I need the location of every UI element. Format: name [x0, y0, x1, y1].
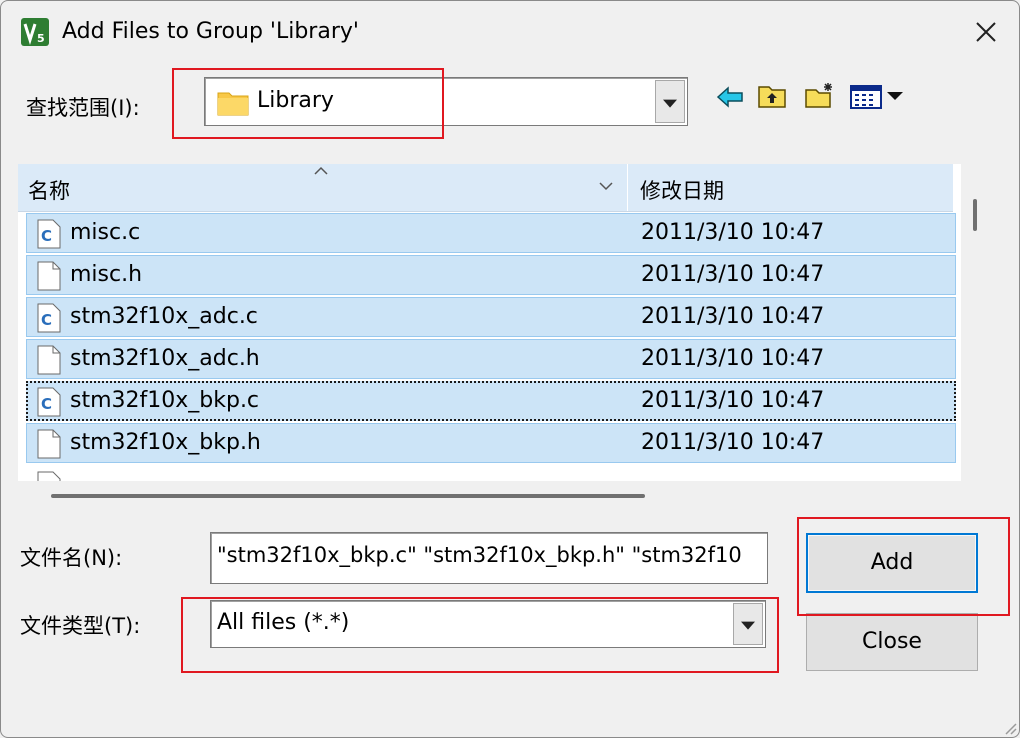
- list-item[interactable]: stm32f10x_adc.h 2011/3/10 10:47: [26, 339, 956, 379]
- file-date: 2011/3/10 10:47: [641, 346, 825, 371]
- view-menu-icon[interactable]: [849, 83, 907, 111]
- chevron-down-icon[interactable]: [733, 603, 763, 645]
- c-file-icon: C: [37, 303, 61, 333]
- close-button[interactable]: Close: [806, 613, 978, 671]
- list-item-partial[interactable]: [26, 465, 956, 481]
- svg-text:C: C: [41, 311, 52, 329]
- window-title: Add Files to Group 'Library': [62, 19, 359, 44]
- list-item[interactable]: misc.h 2011/3/10 10:47: [26, 255, 956, 295]
- file-date: 2011/3/10 10:47: [641, 262, 825, 287]
- svg-text:C: C: [41, 227, 52, 245]
- file-name: misc.h: [70, 262, 143, 287]
- horizontal-scrollbar-thumb[interactable]: [51, 494, 645, 498]
- column-divider[interactable]: [627, 164, 628, 211]
- look-in-value: Library: [257, 88, 334, 113]
- list-item[interactable]: stm32f10x_bkp.h 2011/3/10 10:47: [26, 423, 956, 463]
- c-file-icon: C: [37, 387, 61, 417]
- column-header: 名称 修改日期: [18, 164, 953, 212]
- file-name-input[interactable]: "stm32f10x_bkp.c" "stm32f10x_bkp.h" "stm…: [210, 532, 768, 584]
- file-name: misc.c: [70, 220, 141, 245]
- resize-grip-icon[interactable]: [1003, 721, 1017, 735]
- chevron-down-icon[interactable]: [598, 180, 614, 192]
- list-item[interactable]: C stm32f10x_adc.c 2011/3/10 10:47: [26, 297, 956, 337]
- c-file-icon: C: [37, 219, 61, 249]
- add-button[interactable]: Add: [806, 533, 978, 593]
- file-date: 2011/3/10 10:47: [641, 304, 825, 329]
- file-type-label: 文件类型(T):: [20, 614, 141, 638]
- file-date: 2011/3/10 10:47: [641, 220, 825, 245]
- svg-text:5: 5: [37, 32, 45, 45]
- svg-text:C: C: [41, 395, 52, 413]
- up-one-level-icon[interactable]: [757, 81, 787, 109]
- list-item[interactable]: C misc.c 2011/3/10 10:47: [26, 213, 956, 253]
- file-name-label: 文件名(N):: [20, 546, 123, 570]
- file-name: stm32f10x_bkp.c: [70, 388, 260, 413]
- look-in-combo[interactable]: Library: [204, 77, 688, 126]
- new-folder-icon[interactable]: [804, 81, 834, 109]
- file-type-select[interactable]: All files (*.*): [210, 600, 766, 648]
- column-name-header[interactable]: 名称: [28, 175, 70, 205]
- chevron-down-icon[interactable]: [655, 80, 685, 123]
- h-file-icon: [37, 345, 61, 375]
- h-file-icon: [37, 261, 61, 291]
- file-list[interactable]: 名称 修改日期 C misc.c 2011/3/10 10:47 misc.h …: [18, 164, 961, 481]
- file-icon: [37, 471, 61, 481]
- file-name: stm32f10x_bkp.h: [70, 430, 261, 455]
- sort-ascending-icon: [314, 166, 328, 175]
- folder-icon: [217, 92, 249, 116]
- list-item-focused[interactable]: C stm32f10x_bkp.c 2011/3/10 10:47: [26, 381, 956, 421]
- title-bar: 5 Add Files to Group 'Library': [1, 1, 1019, 63]
- file-date: 2011/3/10 10:47: [641, 388, 825, 413]
- file-name: stm32f10x_adc.h: [70, 346, 260, 371]
- add-files-dialog: 5 Add Files to Group 'Library' 查找范围(I): …: [0, 0, 1020, 738]
- keil-uvision-icon: 5: [21, 18, 49, 46]
- file-name: stm32f10x_adc.c: [70, 304, 258, 329]
- h-file-icon: [37, 429, 61, 459]
- file-date: 2011/3/10 10:47: [641, 430, 825, 455]
- column-date-header[interactable]: 修改日期: [640, 175, 724, 205]
- back-arrow-icon[interactable]: [715, 83, 745, 111]
- close-icon[interactable]: [967, 13, 1005, 51]
- file-type-value: All files (*.*): [217, 610, 350, 635]
- look-in-label: 查找范围(I):: [26, 96, 140, 120]
- file-name-input-value: "stm32f10x_bkp.c" "stm32f10x_bkp.h" "stm…: [217, 543, 742, 567]
- file-rows: C misc.c 2011/3/10 10:47 misc.h 2011/3/1…: [26, 213, 956, 481]
- vertical-scrollbar-thumb[interactable]: [973, 199, 977, 231]
